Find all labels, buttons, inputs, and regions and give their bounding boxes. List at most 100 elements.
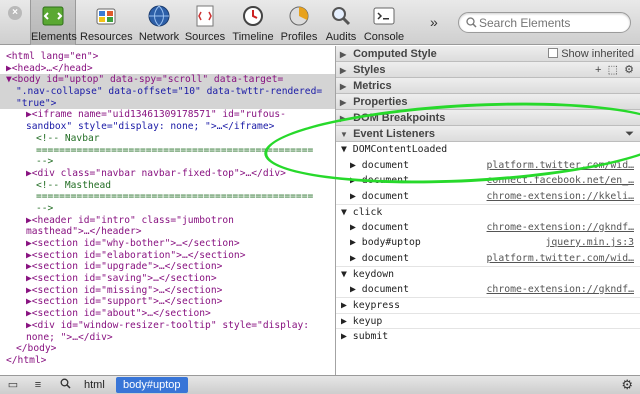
section-metrics[interactable]: ▶ Metrics (336, 78, 640, 94)
event-name: submit (352, 331, 389, 342)
network-icon (148, 5, 170, 27)
inspect-search-icon[interactable] (56, 378, 74, 392)
event-group-keypress[interactable]: ▶ keypress (336, 297, 640, 313)
sources-icon (196, 5, 214, 27)
collapsed-arrow-icon: ▶ (340, 82, 347, 91)
dom-comment: --> (36, 202, 54, 214)
event-name: keydown (352, 269, 395, 280)
dom-node-header-attrs: masthead">…</header> (26, 226, 142, 238)
dom-close-body[interactable]: </body> (0, 343, 335, 355)
close-icon[interactable]: × (8, 6, 22, 20)
listener-node: body#uptop (361, 237, 421, 248)
event-group-domcontentloaded[interactable]: ▼ DOMContentLoaded (336, 142, 640, 158)
breadcrumb-body[interactable]: body#uptop (116, 377, 188, 393)
event-listener-row[interactable]: ▶ document connect.facebook.net/en_… (336, 173, 640, 189)
tab-resources[interactable]: Resources (80, 0, 133, 45)
dom-node-iframe[interactable]: ▶<iframe name="uid13461309178571" id="ru… (0, 109, 335, 121)
tab-audits[interactable]: Audits (323, 0, 359, 45)
checkbox[interactable] (548, 48, 559, 58)
checkbox-label: Show inherited (561, 48, 634, 60)
tab-label: Sources (184, 31, 226, 43)
search-box (458, 12, 631, 33)
listener-source-link[interactable]: platform.twitter.com/wid… (487, 251, 634, 267)
listener-source-link[interactable]: connect.facebook.net/en_… (487, 173, 634, 189)
dom-node-resizer-tooltip[interactable]: ▶<div id="window-resizer-tooltip" style=… (0, 320, 335, 332)
listener-source-link[interactable]: chrome-extension://gkndf… (487, 282, 634, 298)
tab-timeline[interactable]: Timeline (230, 0, 276, 45)
dom-node-body-attrs: ".nav-collapse" data-offset="10" data-tw… (16, 86, 323, 98)
dom-comment[interactable]: <!-- Masthead (0, 180, 335, 192)
event-group-click[interactable]: ▼ click (336, 204, 640, 220)
dock-icon[interactable]: ▭ (4, 378, 22, 392)
collapsed-arrow-icon: ▶ (340, 66, 347, 75)
event-group-keyup[interactable]: ▶ keyup (336, 312, 640, 329)
settings-gear-icon[interactable]: ⚙ (621, 377, 633, 393)
section-title: Styles (353, 64, 386, 76)
console-icon (373, 7, 395, 25)
section-computed-style[interactable]: ▶ Computed Style Show inherited (336, 46, 640, 62)
listener-node: document (361, 159, 409, 171)
dom-node-iframe-attrs: sandbox" style="display: none; ">…</ifra… (26, 121, 275, 133)
dom-tree[interactable]: <html lang="en"> ▶<head>…</head> ▼<body … (0, 46, 335, 375)
tab-console[interactable]: Console (363, 0, 405, 45)
element-state-icon[interactable]: ⬚ (608, 64, 618, 76)
dom-node-navbar[interactable]: ▶<div class="navbar navbar-fixed-top">…<… (0, 168, 335, 180)
section-styles[interactable]: ▶ Styles + ⬚ ⚙ (336, 62, 640, 78)
search-input[interactable] (479, 15, 624, 30)
event-listener-row[interactable]: ▶ document chrome-extension://kkeli… (336, 189, 640, 205)
dom-comment: ========================================… (36, 144, 314, 156)
status-bar: ▭ ≡ html body#uptop ⚙ (0, 375, 640, 394)
tab-label: Console (363, 31, 405, 43)
dom-node-body[interactable]: ▼<body id="uptop" data-spy="scroll" data… (0, 74, 335, 86)
event-group-keydown[interactable]: ▼ keydown (336, 266, 640, 282)
event-listener-row[interactable]: ▶ document chrome-extension://gkndf… (336, 282, 640, 298)
tab-label: Audits (325, 31, 357, 43)
dom-node-section[interactable]: ▶<section id="missing">…</section> (0, 285, 335, 297)
tab-label: Profiles (280, 31, 318, 43)
listener-source-link[interactable]: jquery.min.js:3 (546, 235, 634, 251)
tab-profiles[interactable]: Profiles (279, 0, 319, 45)
tab-sources[interactable]: Sources (184, 0, 226, 45)
event-listener-row[interactable]: ▶ document platform.twitter.com/wid… (336, 158, 640, 174)
add-rule-icon[interactable]: + (595, 64, 601, 76)
dom-node-header[interactable]: ▶<header id="intro" class="jumbotron (0, 215, 335, 227)
dom-node-section[interactable]: ▶<section id="saving">…</section> (0, 273, 335, 285)
dom-node-resizer-attrs: none; ">…</div> (26, 331, 113, 343)
gear-icon[interactable]: ⚙ (624, 64, 634, 76)
toolbar-overflow-button[interactable]: » (430, 14, 438, 30)
event-listener-row[interactable]: ▶ document platform.twitter.com/wid… (336, 251, 640, 267)
show-inherited-toggle[interactable]: Show inherited (548, 46, 634, 62)
tab-label: Network (138, 31, 180, 43)
listener-source-link[interactable]: chrome-extension://kkeli… (487, 189, 634, 205)
dom-node-section[interactable]: ▶<section id="why-bother">…</section> (0, 238, 335, 250)
dom-node-section[interactable]: ▶<section id="elaboration">…</section> (0, 250, 335, 262)
dom-node-body-attrs: "true"> (16, 97, 57, 109)
dom-comment: ========================================… (36, 191, 314, 203)
drawer-icon[interactable]: ≡ (29, 378, 47, 392)
dom-node-html[interactable]: <html lang="en"> (0, 51, 335, 63)
dom-node-section[interactable]: ▶<section id="support">…</section> (0, 296, 335, 308)
dom-node-section[interactable]: ▶<section id="upgrade">…</section> (0, 261, 335, 273)
filter-icon[interactable]: ⏷ (625, 126, 634, 142)
tab-network[interactable]: Network (136, 0, 182, 45)
dom-comment[interactable]: <!-- Navbar (0, 133, 335, 145)
search-icon (466, 17, 477, 28)
collapsed-arrow-icon: ▶ (340, 50, 347, 59)
listener-node: document (361, 175, 409, 186)
event-listener-row[interactable]: ▶ body#uptop jquery.min.js:3 (336, 235, 640, 251)
breadcrumb-html[interactable]: html (77, 377, 112, 393)
listener-source-link[interactable]: platform.twitter.com/wid… (487, 158, 634, 174)
section-event-listeners[interactable]: ▼ Event Listeners ⏷ (336, 126, 640, 142)
tab-elements[interactable]: Elements (30, 0, 77, 45)
event-listener-row[interactable]: ▶ document chrome-extension://gkndf… (336, 220, 640, 236)
styles-sidebar: ▶ Computed Style Show inherited ▶ Styles… (336, 46, 640, 375)
dom-close-html[interactable]: </html> (0, 355, 335, 367)
section-properties[interactable]: ▶ Properties (336, 94, 640, 110)
elements-icon (42, 6, 64, 26)
dom-node-section[interactable]: ▶<section id="about">…</section> (0, 308, 335, 320)
event-group-submit[interactable]: ▶ submit (336, 328, 640, 344)
tab-label: Timeline (232, 31, 274, 43)
section-dom-breakpoints[interactable]: ▶ DOM Breakpoints (336, 110, 640, 126)
listener-source-link[interactable]: chrome-extension://gkndf… (487, 220, 634, 236)
dom-node-head[interactable]: ▶<head>…</head> (0, 63, 335, 75)
